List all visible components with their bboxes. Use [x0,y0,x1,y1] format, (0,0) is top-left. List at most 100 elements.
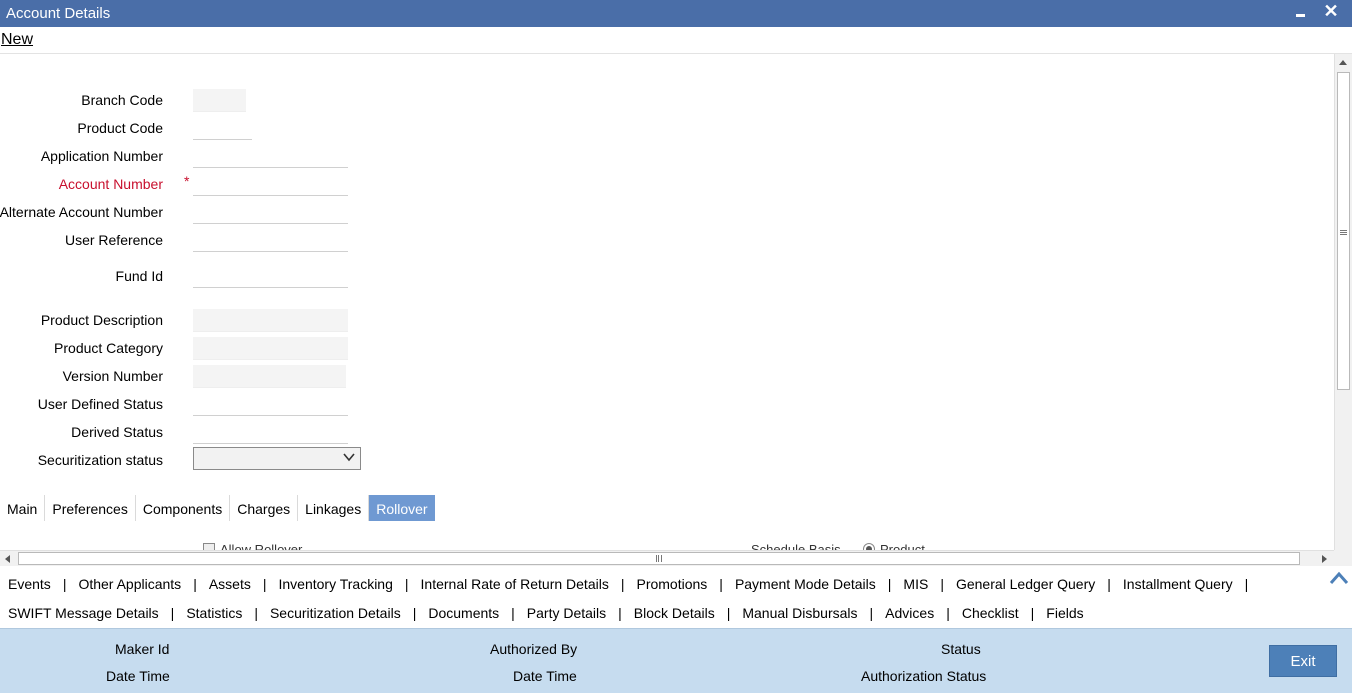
link-checklist[interactable]: Checklist [962,605,1019,621]
audit-footer: Maker Id Date Time Authorized By Date Ti… [0,628,1352,693]
tab-main[interactable]: Main [0,495,46,521]
tab-linkages[interactable]: Linkages [298,495,370,521]
schedule-basis-product-radio[interactable] [863,543,875,550]
link-party-details[interactable]: Party Details [527,605,606,621]
tab-rollover[interactable]: Rollover [369,495,435,521]
required-marker: * [184,173,190,189]
grip-icon [656,555,662,562]
link-documents[interactable]: Documents [428,605,499,621]
vertical-scroll-thumb[interactable] [1337,72,1350,390]
allow-rollover-checkbox[interactable] [203,543,215,550]
maker-date-time-label: Date Time [106,668,170,684]
link-separator: | [193,576,197,592]
vertical-scrollbar[interactable] [1334,54,1352,550]
link-installment-query[interactable]: Installment Query [1123,576,1233,592]
link-separator: | [946,605,950,621]
version-number-field[interactable] [193,365,346,388]
application-number-field[interactable] [193,145,348,168]
link-statistics[interactable]: Statistics [186,605,242,621]
link-separator: | [1030,605,1035,621]
branch-code-field[interactable] [193,89,246,112]
alternate-account-number-label: Alternate Account Number [0,204,163,220]
link-separator: | [254,605,258,621]
account-number-field[interactable] [193,173,348,196]
link-separator: | [62,576,67,592]
link-payment-mode-details[interactable]: Payment Mode Details [735,576,876,592]
product-code-field[interactable] [193,117,252,140]
fund-id-label: Fund Id [115,268,163,284]
user-reference-label: User Reference [64,232,163,248]
link-separator: | [1107,576,1111,592]
link-fields[interactable]: Fields [1046,605,1083,621]
close-icon[interactable]: ✕ [1321,2,1341,22]
scroll-left-icon[interactable] [5,555,10,563]
link-separator: | [940,576,944,592]
tab-preferences[interactable]: Preferences [45,495,136,521]
authorized-by-label: Authorized By [490,641,578,657]
link-mis[interactable]: MIS [903,576,928,592]
user-defined-status-label: User Defined Status [37,396,163,412]
scroll-up-icon[interactable] [1339,60,1347,65]
application-number-label: Application Number [40,148,163,164]
tab-charges[interactable]: Charges [230,495,299,521]
link-separator: | [869,605,874,621]
link-other-applicants[interactable]: Other Applicants [78,576,181,592]
fund-id-field[interactable] [193,265,348,288]
new-link[interactable]: New [1,31,33,49]
product-code-label: Product Code [77,120,163,136]
chevron-up-icon[interactable] [1329,571,1349,585]
branch-code-label: Branch Code [81,92,163,108]
product-category-field[interactable] [193,337,348,360]
link-separator: | [1244,576,1249,592]
grip-icon [1340,230,1347,235]
horizontal-scroll-thumb[interactable] [18,552,1300,565]
authorization-status-label: Authorization Status [861,668,987,684]
link-assets[interactable]: Assets [209,576,251,592]
maker-id-label: Maker Id [115,641,170,657]
link-internal-rate-of-return[interactable]: Internal Rate of Return Details [421,576,609,592]
securitization-status-label: Securitization status [37,452,163,468]
tab-components[interactable]: Components [136,495,231,521]
link-inventory-tracking[interactable]: Inventory Tracking [278,576,392,592]
link-separator: | [511,605,515,621]
link-events[interactable]: Events [8,576,51,592]
link-separator: | [618,605,622,621]
link-swift-message-details[interactable]: SWIFT Message Details [8,605,159,621]
links-row-2: SWIFT Message Details | Statistics | Sec… [8,605,1084,621]
user-reference-field[interactable] [193,229,348,252]
product-description-label: Product Description [40,312,163,328]
account-number-label: Account Number [58,176,163,192]
schedule-basis-label: Schedule Basis [751,542,841,550]
user-defined-status-field[interactable] [193,393,348,416]
product-category-label: Product Category [54,340,163,356]
checker-date-time-label: Date Time [513,668,577,684]
status-label: Status [941,641,981,657]
product-description-field[interactable] [193,309,348,332]
allow-rollover-label: Allow Rollover [220,542,303,550]
link-separator: | [719,576,723,592]
link-promotions[interactable]: Promotions [636,576,707,592]
link-separator: | [887,576,892,592]
horizontal-scrollbar[interactable] [0,550,1334,566]
window-titlebar: Account Details ✕ [0,0,1352,27]
scroll-right-icon[interactable] [1322,555,1327,563]
link-separator: | [262,576,267,592]
link-advices[interactable]: Advices [885,605,934,621]
link-separator: | [726,605,731,621]
link-separator: | [170,605,175,621]
securitization-status-select[interactable] [193,447,361,470]
schedule-basis-product-label: Product [880,542,925,550]
link-securitization-details[interactable]: Securitization Details [270,605,401,621]
link-separator: | [412,605,417,621]
link-manual-disbursals[interactable]: Manual Disbursals [742,605,857,621]
link-general-ledger-query[interactable]: General Ledger Query [956,576,1095,592]
chevron-down-icon [343,453,355,462]
version-number-label: Version Number [62,368,163,384]
derived-status-field[interactable] [193,421,348,444]
exit-button[interactable]: Exit [1269,645,1337,677]
link-block-details[interactable]: Block Details [634,605,715,621]
links-row-1: Events | Other Applicants | Assets | Inv… [8,576,1260,592]
minimize-icon[interactable] [1291,2,1311,22]
scrollbar-corner [1334,550,1352,566]
alternate-account-number-field[interactable] [193,201,348,224]
